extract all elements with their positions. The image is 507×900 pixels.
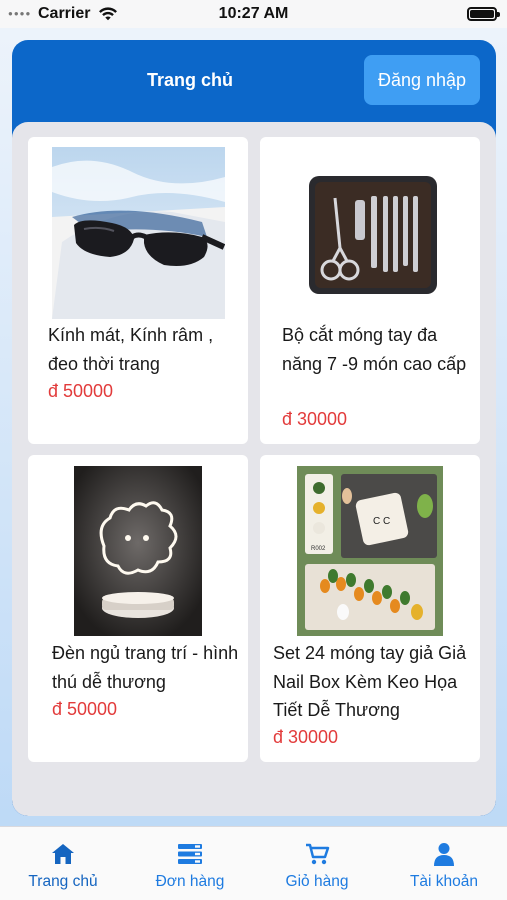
tab-label: Trang chủ <box>28 873 98 890</box>
product-image-sunglasses <box>52 147 225 319</box>
product-image-fake-nails: R002 C C <box>297 466 443 636</box>
product-price: đ 50000 <box>48 381 114 401</box>
product-name: Bộ cắt móng tay đa năng 7 -9 món cao cấp <box>282 325 467 374</box>
product-image-nail-clipper-set <box>285 148 457 318</box>
bottom-tab-bar: Trang chủ Đơn hàng Giỏ hàng Tài khoản <box>0 826 507 900</box>
product-card[interactable]: Bộ cắt móng tay đa năng 7 -9 món cao cấp… <box>260 137 480 444</box>
clock: 10:27 AM <box>218 5 289 22</box>
svg-text:C C: C C <box>373 516 390 527</box>
tab-home[interactable]: Trang chủ <box>0 827 126 900</box>
product-card[interactable]: Đèn ngủ trang trí - hình thú dễ thương đ… <box>28 455 248 762</box>
product-card[interactable]: R002 C C Set 24 móng tay giả Giả Nail Bo… <box>260 455 480 762</box>
user-icon <box>434 843 454 866</box>
battery-icon <box>467 7 500 21</box>
product-price: đ 50000 <box>52 699 118 719</box>
tab-label: Giỏ hàng <box>285 873 349 890</box>
tab-orders[interactable]: Đơn hàng <box>127 827 253 900</box>
product-card[interactable]: Kính mát, Kính râm , đeo thời trang đ 50… <box>28 137 248 444</box>
nail-box-label: R002 <box>311 546 326 552</box>
tab-label: Tài khoản <box>409 873 479 890</box>
tab-account[interactable]: Tài khoản <box>381 827 507 900</box>
product-price: đ 30000 <box>282 409 348 429</box>
cart-icon <box>306 843 330 865</box>
list-icon <box>178 844 202 864</box>
page-title: Trang chủ <box>146 70 233 90</box>
login-button[interactable]: Đăng nhập <box>364 55 480 105</box>
product-grid: Kính mát, Kính râm , đeo thời trang đ 50… <box>12 122 496 816</box>
product-name: Đèn ngủ trang trí - hình thú dễ thương <box>52 643 239 692</box>
home-icon <box>52 844 74 864</box>
app-frame: Trang chủ Đăng nhập Kính mát, Kính râm ,… <box>12 40 496 816</box>
product-name: Kính mát, Kính râm , đeo thời trang <box>48 325 214 374</box>
product-name: Set 24 móng tay giả Giả Nail Box Kèm Keo… <box>273 643 467 720</box>
tab-label: Đơn hàng <box>155 873 225 890</box>
product-price: đ 30000 <box>273 727 339 747</box>
tab-cart[interactable]: Giỏ hàng <box>254 827 380 900</box>
product-image-night-lamp <box>74 466 202 636</box>
status-bar: ●●●● Carrier 10:27 AM <box>0 0 507 28</box>
